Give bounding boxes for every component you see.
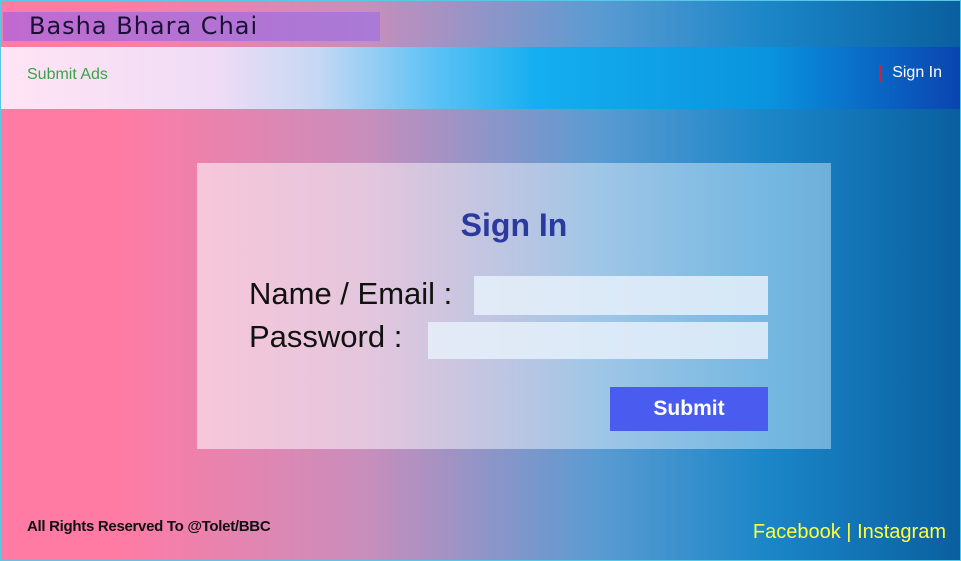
sign-in-card: Sign In Name / Email : Password : Submit <box>197 163 831 449</box>
email-label: Name / Email : <box>249 276 453 311</box>
instagram-link[interactable]: Instagram <box>857 521 946 543</box>
site-title: Basha Bhara Chai <box>3 12 380 41</box>
submit-button[interactable]: Submit <box>610 387 768 431</box>
email-field[interactable] <box>474 276 768 315</box>
password-field[interactable] <box>428 322 768 359</box>
form-title: Sign In <box>460 207 568 243</box>
facebook-link[interactable]: Facebook <box>753 521 841 543</box>
copyright-text: All Rights Reserved To @Tolet/BBC <box>27 518 271 535</box>
social-links: Facebook | Instagram <box>753 521 946 544</box>
password-label: Password : <box>249 319 403 354</box>
nav-sign-in-label: Sign In <box>892 64 942 81</box>
navbar: Submit Ads Sign In <box>1 47 960 109</box>
social-separator: | <box>846 521 852 543</box>
nav-sign-in-link[interactable]: Sign In <box>879 64 942 82</box>
submit-ads-link[interactable]: Submit Ads <box>27 66 108 84</box>
sign-in-marker <box>879 64 883 82</box>
